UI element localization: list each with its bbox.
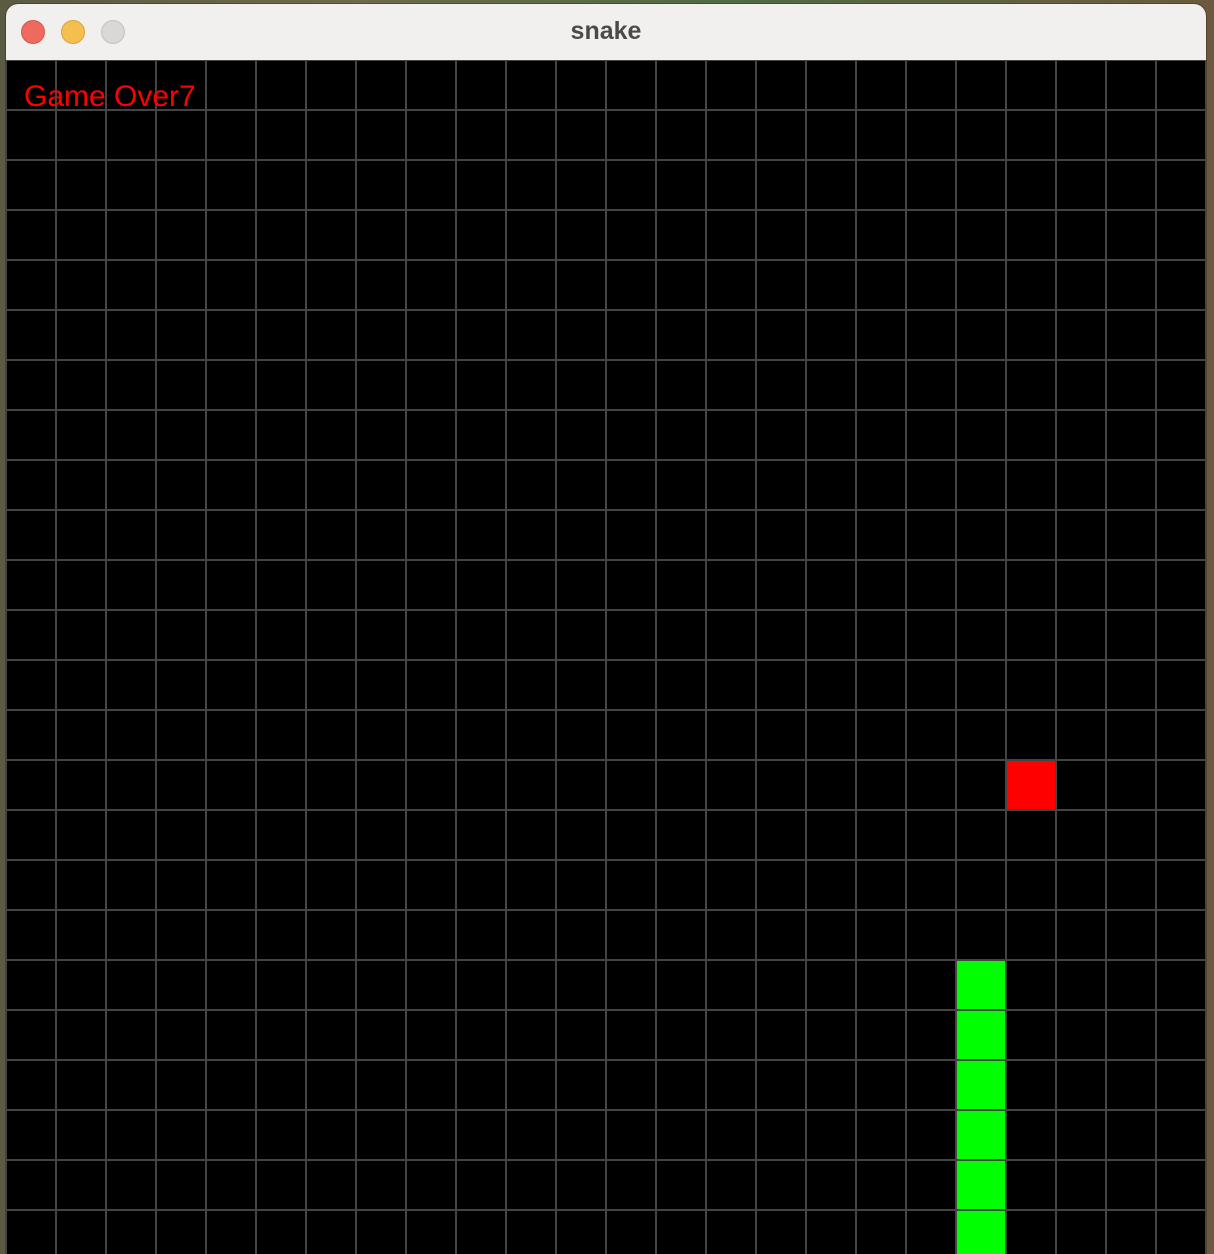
game-grid — [6, 60, 1206, 1254]
snake-segment — [956, 1010, 1006, 1060]
food-cell — [1006, 760, 1056, 810]
snake-segment — [956, 1210, 1006, 1254]
game-over-label: Game Over — [24, 80, 180, 113]
score-value: 7 — [179, 80, 196, 113]
game-status-text: Game Over7 — [24, 82, 196, 112]
snake-segment — [956, 1060, 1006, 1110]
game-board[interactable]: Game Over7 — [6, 60, 1206, 1254]
game-window: snake Game Over7 — [6, 4, 1206, 1254]
snake-head — [956, 960, 1006, 1010]
window-title: snake — [570, 17, 642, 45]
snake-segment — [956, 1160, 1006, 1210]
title-bar[interactable]: snake — [6, 4, 1206, 61]
snake-segment — [956, 1110, 1006, 1160]
